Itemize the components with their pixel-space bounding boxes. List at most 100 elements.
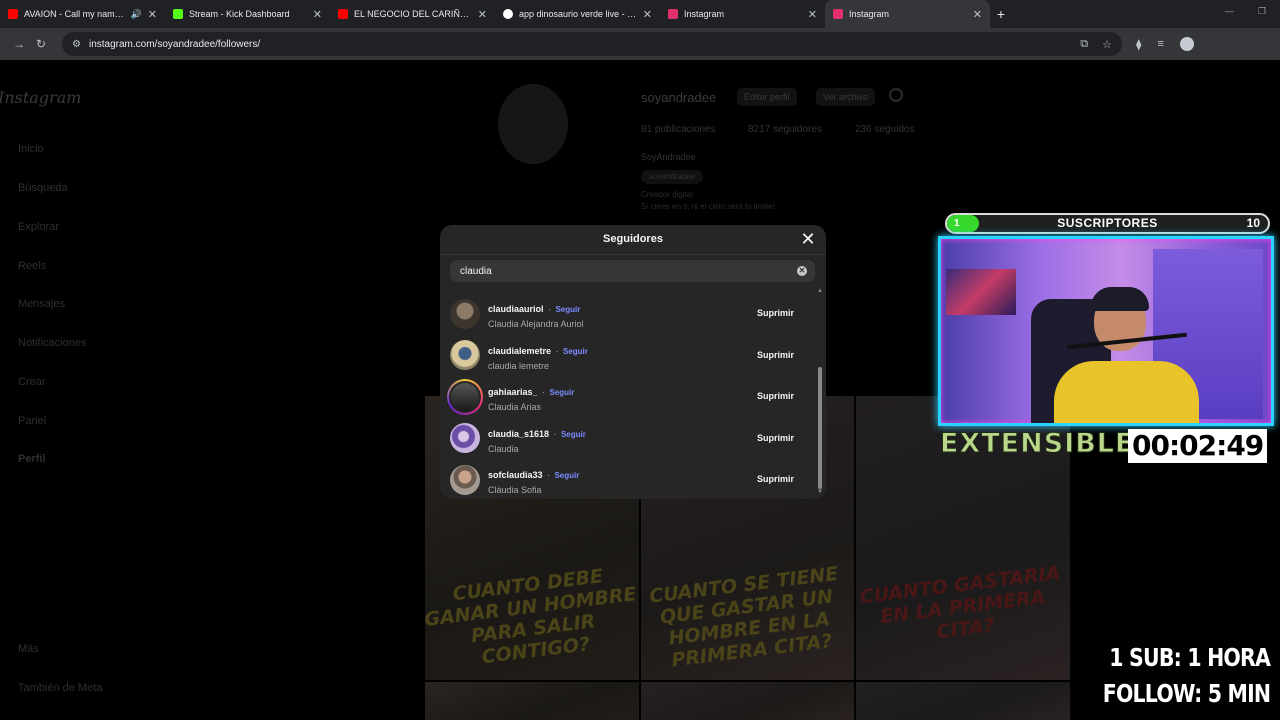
youtube-icon bbox=[8, 9, 18, 19]
close-tab-icon[interactable]: ✕ bbox=[808, 8, 817, 21]
follow-promo-text: FOLLOW: 5 MIN bbox=[1102, 679, 1271, 708]
remove-follower-button[interactable]: Suprimir bbox=[743, 386, 808, 406]
avatar[interactable] bbox=[450, 464, 480, 495]
subscriber-goal-bar: 1 SUSCRIPTORES 10 bbox=[945, 213, 1270, 234]
follow-link[interactable]: Seguir bbox=[555, 305, 580, 314]
avatar-story-ring[interactable] bbox=[447, 378, 483, 415]
close-tab-icon[interactable]: ✕ bbox=[148, 8, 157, 21]
follower-username[interactable]: claudia_s1618 bbox=[488, 429, 549, 439]
threads-badge[interactable]: soyandradee bbox=[641, 170, 704, 184]
remove-follower-button[interactable]: Suprimir bbox=[743, 345, 808, 365]
scroll-up-arrow-icon[interactable]: ▲ bbox=[817, 288, 823, 294]
reload-icon[interactable]: ↻ bbox=[30, 37, 52, 51]
sidebar-item-mensajes[interactable]: Mensajes bbox=[18, 298, 65, 310]
follow-link[interactable]: Seguir bbox=[561, 430, 586, 439]
follower-row: claudialemetre · Seguir claudia lemetre … bbox=[440, 335, 826, 377]
settings-gear-icon[interactable] bbox=[889, 88, 903, 102]
avatar[interactable] bbox=[450, 298, 480, 329]
dialog-title: Seguidores bbox=[603, 233, 663, 245]
sidebar-item-crear[interactable]: Crear bbox=[18, 376, 46, 388]
media-control-icon[interactable]: ≡ bbox=[1157, 38, 1163, 50]
followers-list: claudiaauriol · Seguir Claudia Alejandra… bbox=[440, 293, 826, 499]
profile-category: Creador digital bbox=[641, 190, 694, 199]
close-icon[interactable]: ✕ bbox=[798, 229, 818, 249]
follower-username[interactable]: claudialemetre bbox=[488, 346, 551, 356]
sidebar-item-notificaciones[interactable]: Notificaciones bbox=[18, 337, 86, 349]
avatar[interactable] bbox=[450, 340, 480, 371]
close-tab-icon[interactable]: ✕ bbox=[643, 8, 652, 21]
browser-tab[interactable]: app dinosaurio verde live - Bus ✕ bbox=[495, 0, 660, 28]
view-archive-button[interactable]: Ver archivo bbox=[816, 88, 876, 106]
follower-row: claudiaauriol · Seguir Claudia Alejandra… bbox=[440, 293, 826, 335]
streamer-cap bbox=[1091, 287, 1149, 311]
forward-icon[interactable]: → bbox=[8, 37, 30, 51]
new-tab-button[interactable]: + bbox=[990, 6, 1012, 22]
follow-link[interactable]: Seguir bbox=[549, 388, 574, 397]
sidebar-item-perfil[interactable]: Perfil bbox=[18, 453, 46, 465]
profile-avatar-icon[interactable] bbox=[1179, 37, 1194, 51]
avatar[interactable] bbox=[450, 423, 480, 454]
sidebar-item-inicio[interactable]: Inicio bbox=[18, 143, 44, 155]
remove-follower-button[interactable]: Suprimir bbox=[743, 469, 808, 489]
sidebar-item-busqueda[interactable]: Búsqueda bbox=[18, 182, 68, 194]
search-box: ✕ bbox=[450, 260, 815, 282]
address-bar[interactable]: ⚙ instagram.com/soyandradee/followers/ ⧉… bbox=[62, 32, 1122, 56]
post-thumbnail[interactable] bbox=[425, 682, 639, 720]
post-thumbnail[interactable] bbox=[640, 682, 855, 720]
google-icon bbox=[503, 9, 513, 19]
remove-follower-button[interactable]: Suprimir bbox=[743, 303, 808, 323]
subscriber-goal-label: SUSCRIPTORES bbox=[1057, 216, 1158, 230]
clear-search-icon[interactable]: ✕ bbox=[797, 266, 807, 276]
profile-picture[interactable] bbox=[498, 84, 568, 164]
install-app-icon[interactable]: ⧉ bbox=[1080, 38, 1088, 51]
avatar bbox=[451, 382, 479, 411]
follower-row: claudia_s1618 · Seguir Claudia Suprimir bbox=[440, 418, 826, 460]
sidebar-item-panel[interactable]: Panel bbox=[18, 415, 46, 427]
browser-tab[interactable]: Instagram ✕ bbox=[660, 0, 825, 28]
browser-tab-bar: AVAION - Call my name (O 🔊 ✕ Stream - Ki… bbox=[0, 0, 1280, 28]
follow-link[interactable]: Seguir bbox=[563, 347, 588, 356]
close-tab-icon[interactable]: ✕ bbox=[478, 8, 487, 21]
follower-info: claudia_s1618 · Seguir Claudia bbox=[488, 424, 586, 454]
remove-follower-button[interactable]: Suprimir bbox=[743, 428, 808, 448]
streamer-shirt bbox=[1054, 361, 1199, 423]
browser-tab[interactable]: AVAION - Call my name (O 🔊 ✕ bbox=[0, 0, 165, 28]
browser-tab[interactable]: Stream - Kick Dashboard ✕ bbox=[165, 0, 330, 28]
follower-username[interactable]: claudiaauriol bbox=[488, 304, 544, 314]
close-tab-icon[interactable]: ✕ bbox=[313, 8, 322, 21]
maximize-icon[interactable]: ❐ bbox=[1258, 6, 1266, 17]
follow-link[interactable]: Seguir bbox=[554, 471, 579, 480]
browser-tab[interactable]: EL NEGOCIO DEL CARIÑO MAS ✕ bbox=[330, 0, 495, 28]
follower-username[interactable]: sofclaudia33 bbox=[488, 470, 543, 480]
divider bbox=[440, 254, 826, 255]
sidebar-item-reels[interactable]: Reels bbox=[18, 260, 46, 272]
search-input[interactable] bbox=[450, 260, 790, 282]
browser-tab-active[interactable]: Instagram ✕ bbox=[825, 0, 990, 28]
close-tab-icon[interactable]: ✕ bbox=[973, 8, 982, 21]
following-count[interactable]: 236 seguidos bbox=[855, 124, 915, 135]
tab-title: Stream - Kick Dashboard bbox=[189, 9, 290, 19]
site-info-icon[interactable]: ⚙ bbox=[72, 39, 81, 50]
sidebar-item-meta[interactable]: También de Meta bbox=[18, 682, 102, 694]
bookmark-star-icon[interactable]: ☆ bbox=[1102, 38, 1112, 51]
streamer bbox=[1049, 287, 1199, 423]
post-thumbnail[interactable] bbox=[856, 682, 1071, 720]
separator-dot: · bbox=[547, 304, 551, 314]
kick-icon bbox=[173, 9, 183, 19]
sidebar-item-mas[interactable]: Más bbox=[18, 643, 39, 655]
followers-count[interactable]: 8217 seguidores bbox=[748, 124, 822, 135]
extensions-icon[interactable]: ⧫ bbox=[1136, 38, 1141, 51]
post-caption: CUANTO SE TIENE QUE GASTAR UN HOMBRE EN … bbox=[647, 562, 840, 672]
follower-info: claudiaauriol · Seguir Claudia Alejandra… bbox=[488, 299, 584, 329]
url-text: instagram.com/soyandradee/followers/ bbox=[88, 38, 261, 50]
sidebar-item-explorar[interactable]: Explorar bbox=[18, 221, 59, 233]
separator-dot: · bbox=[553, 428, 557, 439]
instagram-logo[interactable]: Instagram bbox=[0, 88, 81, 107]
follower-username[interactable]: gahiaarias_ bbox=[488, 387, 538, 397]
follower-fullname: Claudia bbox=[488, 443, 519, 454]
edit-profile-button[interactable]: Editar perfil bbox=[737, 88, 797, 106]
scrollbar-thumb[interactable] bbox=[818, 367, 822, 489]
minimize-icon[interactable]: — bbox=[1225, 6, 1234, 17]
speaker-icon[interactable]: 🔊 bbox=[131, 9, 142, 20]
scroll-down-arrow-icon[interactable]: ▼ bbox=[817, 489, 823, 495]
